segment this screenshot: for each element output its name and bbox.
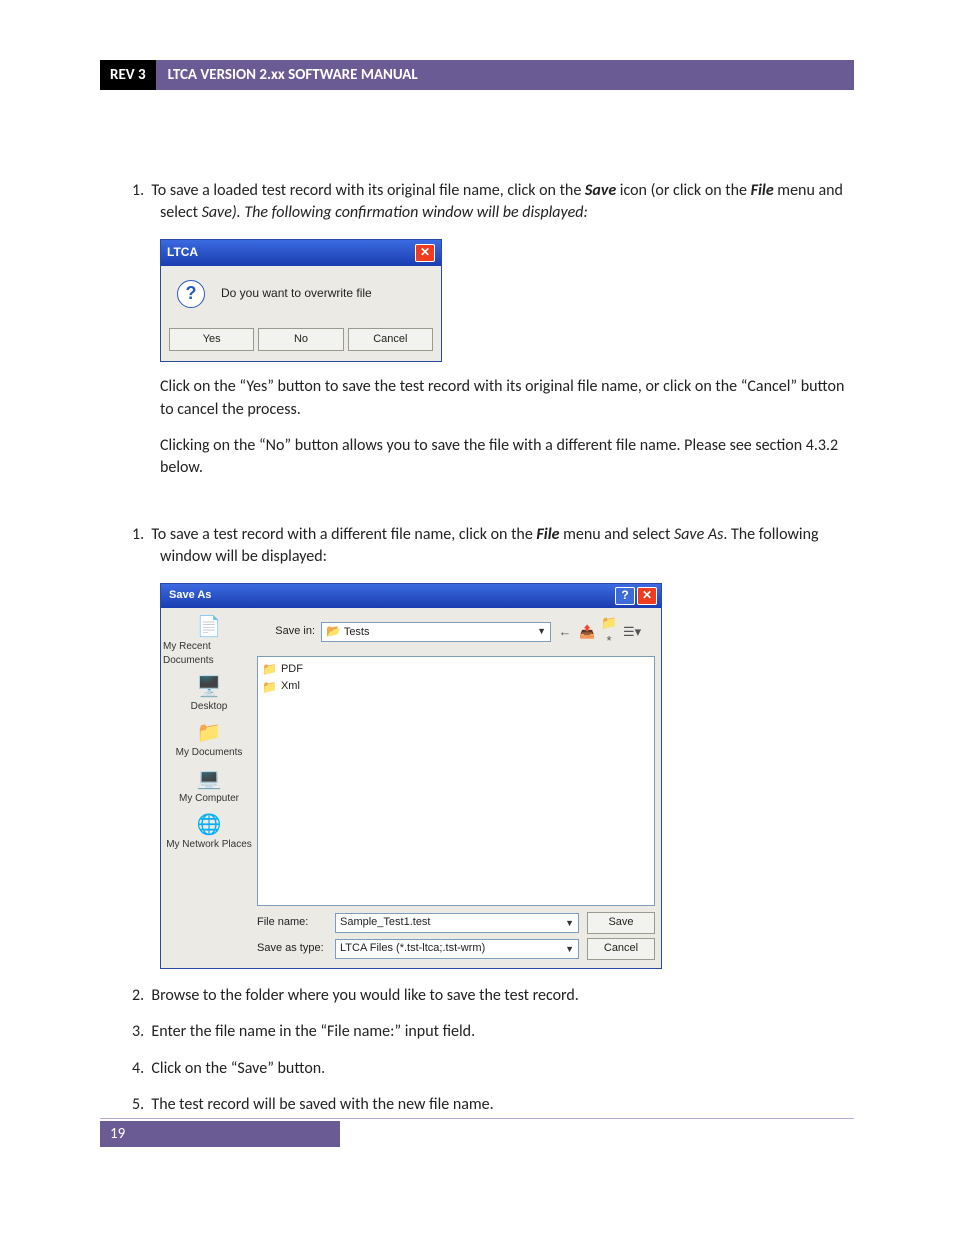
list-item[interactable]: 📁 PDF [262,661,650,678]
savetype-select[interactable]: LTCA Files (*.tst-ltca;.tst-wrm) ▼ [335,939,579,959]
filename-label: File name: [257,915,327,930]
overwrite-dialog: LTCA ✕ ? Do you want to overwrite file Y… [160,239,442,362]
folder-icon: 📁 [262,661,277,678]
saveas-titlebar: Save As ? ✕ [161,584,661,608]
manual-title: LTCA VERSION 2.xx SOFTWARE MANUAL [156,60,854,90]
sidebar-item-network[interactable]: 🌐 My Network Places [166,812,252,852]
help-icon[interactable]: ? [615,587,635,605]
network-icon: 🌐 [194,812,224,838]
dialog-titlebar: LTCA ✕ [161,240,441,266]
views-icon[interactable]: ☰▾ [623,623,639,641]
cancel-button[interactable]: Cancel [587,938,655,960]
saveas-toolbar: ← 📤 📁* ☰▾ [557,614,639,650]
folder-icon: 📁 [194,720,224,746]
close-icon[interactable]: ✕ [415,244,435,262]
saveas-dialog: Save As ? ✕ 📄 My Recent Documents 🖥️ Des… [160,583,662,969]
chevron-down-icon: ▼ [565,917,574,930]
chevron-down-icon: ▼ [565,943,574,956]
places-sidebar: 📄 My Recent Documents 🖥️ Desktop 📁 My Do… [161,608,257,968]
saveas-title: Save As [169,588,211,603]
page-footer: 19 [100,1118,854,1147]
up-folder-icon[interactable]: 📤 [579,623,595,641]
savein-label: Save in: [261,624,315,639]
dialog-message: Do you want to overwrite file [221,285,372,302]
page-number: 19 [100,1121,340,1147]
dialog-title: LTCA [167,244,198,261]
chevron-down-icon: ▼ [537,625,546,638]
sidebar-item-mycomputer[interactable]: 💻 My Computer [179,766,239,806]
file-list[interactable]: 📁 PDF 📁 Xml [257,656,655,906]
sidebar-item-recent[interactable]: 📄 My Recent Documents [163,614,255,668]
computer-icon: 💻 [194,766,224,792]
close-icon[interactable]: ✕ [637,587,657,605]
cancel-button[interactable]: Cancel [348,328,433,351]
save-button[interactable]: Save [587,912,655,934]
savein-select[interactable]: 📂 Tests ▼ [321,622,551,642]
no-button[interactable]: No [258,328,343,351]
yes-button[interactable]: Yes [169,328,254,351]
question-icon: ? [177,280,205,308]
sidebar-item-desktop[interactable]: 🖥️ Desktop [191,674,228,714]
para-yes-cancel: Click on the “Yes” button to save the te… [100,376,854,421]
new-folder-icon[interactable]: 📁* [601,614,617,650]
desktop-icon: 🖥️ [194,674,224,700]
list-item[interactable]: 📁 Xml [262,679,650,696]
step-1-save: 1. To save a loaded test record with its… [100,180,854,225]
step-5: 5. The test record will be saved with th… [100,1094,854,1116]
savetype-label: Save as type: [257,941,327,956]
recent-docs-icon: 📄 [194,614,224,640]
sidebar-item-mydocs[interactable]: 📁 My Documents [176,720,243,760]
page-header: REV 3 LTCA VERSION 2.xx SOFTWARE MANUAL [100,60,854,90]
back-icon[interactable]: ← [557,623,573,641]
step-4: 4. Click on the “Save” button. [100,1058,854,1080]
folder-icon: 📁 [262,679,277,696]
step-2: 2. Browse to the folder where you would … [100,985,854,1007]
step-1-saveas: 1. To save a test record with a differen… [100,524,854,569]
step-3: 3. Enter the file name in the “File name… [100,1021,854,1043]
filename-input[interactable]: Sample_Test1.test ▼ [335,913,579,933]
para-no: Clicking on the “No” button allows you t… [100,435,854,480]
rev-label: REV 3 [100,60,156,90]
